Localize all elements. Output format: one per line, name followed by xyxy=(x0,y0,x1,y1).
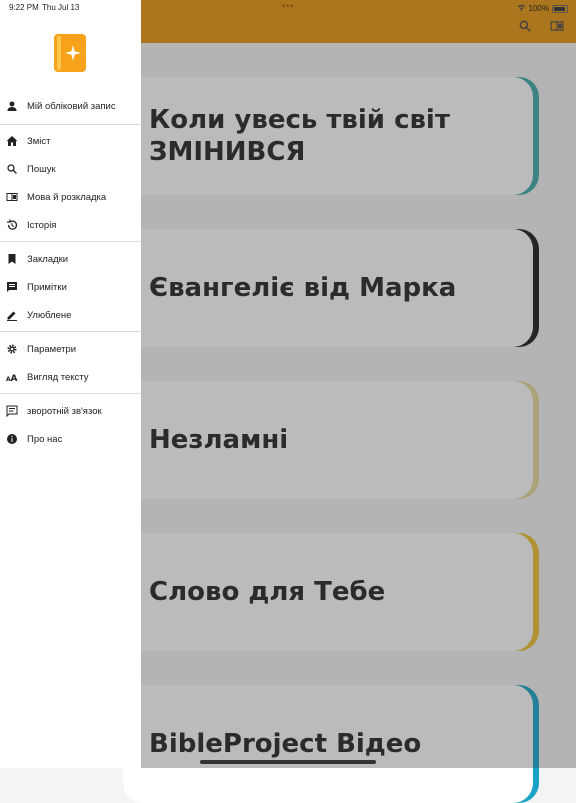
book-icon xyxy=(6,191,18,203)
search-icon xyxy=(6,163,18,175)
wifi-icon xyxy=(517,3,526,14)
menu-item-label: Пошук xyxy=(27,163,56,175)
history-icon xyxy=(6,219,18,231)
drawer-library-group: Закладки Примітки Улюблене xyxy=(0,241,141,329)
drawer-about-group: зворотній зв'язок Про нас xyxy=(0,393,141,453)
menu-item-text-appearance[interactable]: AA Вигляд тексту xyxy=(0,363,141,391)
menu-item-label: Примітки xyxy=(27,281,67,293)
drawer-account-group: Мій обліковий запис xyxy=(0,92,141,120)
menu-item-label: Вигляд тексту xyxy=(27,371,89,383)
pencil-icon xyxy=(6,309,18,321)
menu-item-contents[interactable]: Зміст xyxy=(0,127,141,155)
info-icon xyxy=(6,433,18,445)
menu-item-search[interactable]: Пошук xyxy=(0,155,141,183)
menu-item-language[interactable]: Мова й розкладка xyxy=(0,183,141,211)
person-icon xyxy=(6,100,18,112)
app-logo-icon xyxy=(54,34,86,72)
status-bar: 9:22 PM Thu Jul 13 ••• 100% xyxy=(0,0,576,14)
menu-item-favorites[interactable]: Улюблене xyxy=(0,301,141,329)
menu-item-notes[interactable]: Примітки xyxy=(0,273,141,301)
note-icon xyxy=(6,281,18,293)
text-size-icon: AA xyxy=(6,371,18,383)
menu-item-label: Мій обліковий запис xyxy=(27,100,116,112)
menu-item-label: Зміст xyxy=(27,135,51,147)
navigation-drawer: Мій обліковий запис Зміст Пошук Мова й р… xyxy=(0,0,141,768)
menu-item-about[interactable]: Про нас xyxy=(0,425,141,453)
multitask-dots[interactable]: ••• xyxy=(282,1,294,11)
menu-item-label: Історія xyxy=(27,219,57,231)
menu-item-label: Улюблене xyxy=(27,309,72,321)
menu-item-feedback[interactable]: зворотній зв'язок xyxy=(0,397,141,425)
menu-item-label: Мова й розкладка xyxy=(27,191,107,203)
home-icon xyxy=(6,135,18,147)
status-time: 9:22 PM xyxy=(9,3,39,12)
menu-item-settings[interactable]: Параметри xyxy=(0,335,141,363)
menu-item-history[interactable]: Історія xyxy=(0,211,141,239)
menu-item-label: Закладки xyxy=(27,253,69,265)
battery-percent: 100% xyxy=(528,4,549,13)
status-date: Thu Jul 13 xyxy=(42,3,80,12)
menu-item-label: Про нас xyxy=(27,433,63,445)
battery-icon xyxy=(552,4,568,13)
menu-item-label: Параметри xyxy=(27,343,77,355)
drawer-settings-group: Параметри AA Вигляд тексту xyxy=(0,331,141,391)
home-indicator xyxy=(200,760,376,764)
bookmark-icon xyxy=(6,253,18,265)
feedback-icon xyxy=(6,405,18,417)
gear-icon xyxy=(6,343,18,355)
menu-item-bookmarks[interactable]: Закладки xyxy=(0,245,141,273)
menu-item-account[interactable]: Мій обліковий запис xyxy=(0,92,141,120)
svg-text:A: A xyxy=(11,374,18,383)
drawer-nav-group: Зміст Пошук Мова й розкладка Історія xyxy=(0,124,141,239)
menu-item-label: зворотній зв'язок xyxy=(27,405,102,417)
